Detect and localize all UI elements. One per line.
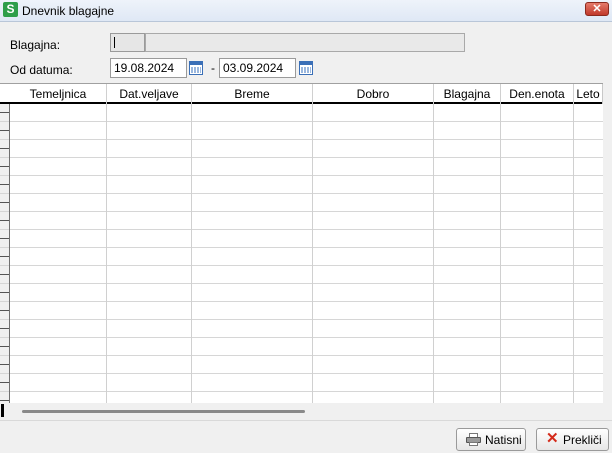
cash-code-input[interactable] bbox=[110, 33, 145, 52]
close-button[interactable]: ✕ bbox=[585, 2, 609, 16]
column-header-dobro[interactable]: Dobro bbox=[313, 84, 434, 104]
printer-icon bbox=[466, 433, 481, 446]
row-indicator[interactable] bbox=[0, 158, 10, 176]
row-indicator[interactable] bbox=[0, 266, 10, 284]
table-row[interactable] bbox=[0, 284, 603, 302]
row-indicator[interactable] bbox=[0, 140, 10, 158]
horizontal-scrollbar[interactable] bbox=[0, 403, 603, 420]
table-row[interactable] bbox=[0, 338, 603, 356]
table-row[interactable] bbox=[0, 320, 603, 338]
cancel-button-label: Prekliči bbox=[563, 433, 602, 447]
calendar-icon[interactable] bbox=[298, 59, 314, 76]
table-row[interactable] bbox=[0, 266, 603, 284]
row-indicator[interactable] bbox=[0, 320, 10, 338]
table-row[interactable] bbox=[0, 356, 603, 374]
table-row[interactable] bbox=[0, 122, 603, 140]
date-to-input[interactable]: 03.09.2024 bbox=[219, 58, 296, 78]
window-title: Dnevnik blagajne bbox=[22, 4, 115, 18]
column-header-leto[interactable]: Leto bbox=[574, 84, 603, 104]
x-icon: ✕ bbox=[546, 430, 559, 447]
table-row[interactable] bbox=[0, 302, 603, 320]
date-from-input[interactable]: 19.08.2024 bbox=[110, 58, 187, 78]
title-bar: S Dnevnik blagajne ✕ bbox=[0, 0, 612, 22]
table-row[interactable] bbox=[0, 248, 603, 266]
text-caret bbox=[114, 37, 115, 48]
divider bbox=[0, 420, 612, 421]
table-row[interactable] bbox=[0, 374, 603, 392]
print-button-label: Natisni bbox=[485, 433, 522, 447]
table-row[interactable] bbox=[0, 158, 603, 176]
table-row[interactable] bbox=[0, 194, 603, 212]
cash-label: Blagajna: bbox=[10, 38, 61, 52]
row-indicator[interactable] bbox=[0, 230, 10, 248]
cash-name-field bbox=[145, 33, 465, 52]
row-indicator[interactable] bbox=[0, 122, 10, 140]
column-header-breme[interactable]: Breme bbox=[192, 84, 313, 104]
calendar-icon[interactable] bbox=[188, 59, 204, 76]
journal-grid[interactable]: Temeljnica Dat.veljave Breme Dobro Blaga… bbox=[0, 83, 603, 403]
row-indicator[interactable] bbox=[0, 104, 10, 122]
row-indicator[interactable] bbox=[0, 356, 10, 374]
date-label: Od datuma: bbox=[10, 63, 73, 77]
row-indicator[interactable] bbox=[0, 194, 10, 212]
row-indicator[interactable] bbox=[0, 284, 10, 302]
cancel-button[interactable]: ✕ Prekliči bbox=[536, 428, 609, 451]
table-row[interactable] bbox=[0, 392, 603, 403]
table-row[interactable] bbox=[0, 212, 603, 230]
print-button[interactable]: Natisni bbox=[456, 428, 526, 451]
table-row[interactable] bbox=[0, 104, 603, 122]
row-indicator[interactable] bbox=[0, 212, 10, 230]
table-row[interactable] bbox=[0, 140, 603, 158]
scroll-edge bbox=[1, 404, 4, 417]
vertical-scrollbar[interactable] bbox=[603, 83, 612, 403]
row-indicator[interactable] bbox=[0, 176, 10, 194]
table-row[interactable] bbox=[0, 176, 603, 194]
row-indicator[interactable] bbox=[0, 374, 10, 392]
column-header-temeljnica[interactable]: Temeljnica bbox=[10, 84, 107, 104]
table-row[interactable] bbox=[0, 230, 603, 248]
column-header-den-enota[interactable]: Den.enota bbox=[501, 84, 574, 104]
row-indicator[interactable] bbox=[0, 248, 10, 266]
column-header-blagajna[interactable]: Blagajna bbox=[434, 84, 501, 104]
row-indicator[interactable] bbox=[0, 302, 10, 320]
date-range-separator: - bbox=[211, 61, 215, 75]
grid-body[interactable] bbox=[0, 104, 603, 403]
grid-header: Temeljnica Dat.veljave Breme Dobro Blaga… bbox=[0, 84, 603, 104]
row-indicator[interactable] bbox=[0, 338, 10, 356]
row-indicator[interactable] bbox=[0, 392, 10, 403]
scroll-thumb[interactable] bbox=[22, 410, 305, 413]
column-header-dat-veljave[interactable]: Dat.veljave bbox=[107, 84, 192, 104]
app-s-icon: S bbox=[3, 2, 18, 17]
